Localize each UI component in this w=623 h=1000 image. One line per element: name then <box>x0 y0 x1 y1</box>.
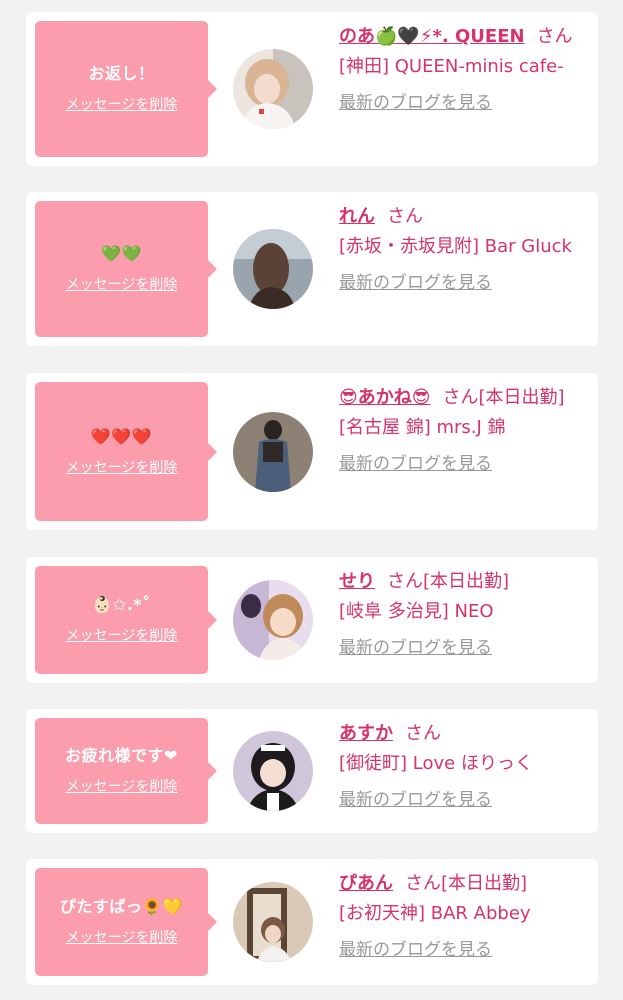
shop-name: [お初天神] BAR Abbey <box>339 903 531 924</box>
cast-name-link[interactable]: 😎あかね😎 <box>339 387 431 408</box>
status-badge: [本日出勤] <box>478 387 565 408</box>
message-text: ぴたすぱっ🌻💛 <box>59 897 184 916</box>
cast-info: せり さん[本日出勤] [岐阜 多治見] NEO 最新のブログを見る <box>339 567 587 663</box>
avatar[interactable] <box>233 580 313 660</box>
message-bubble: 💚💚 メッセージを削除 <box>35 201 217 337</box>
status-badge: [本日出勤] <box>423 571 510 592</box>
san-label: さん <box>387 571 423 592</box>
delete-message-link[interactable]: メッセージを削除 <box>66 275 178 295</box>
latest-blog-link[interactable]: 最新のブログを見る <box>339 449 492 479</box>
message-bubble: お疲れ様です❤ メッセージを削除 <box>35 718 217 824</box>
status-badge: [本日出勤] <box>441 873 528 894</box>
message-bubble: お返し！ メッセージを削除 <box>35 21 217 157</box>
san-label: さん <box>405 723 441 744</box>
avatar[interactable] <box>233 412 313 492</box>
profile-photo-icon <box>233 229 313 309</box>
shop-name: [御徒町] Love ほりっく <box>339 753 533 774</box>
shop-name: [神田] QUEEN-minis cafe- <box>339 56 564 77</box>
latest-blog-link[interactable]: 最新のブログを見る <box>339 88 492 118</box>
message-bubble: ぴたすぱっ🌻💛 メッセージを削除 <box>35 868 217 976</box>
avatar[interactable] <box>233 229 313 309</box>
cast-info: 😎あかね😎 さん[本日出勤] [名古屋 錦] mrs.J 錦 最新のブログを見る <box>339 383 587 479</box>
san-label: さん <box>536 26 573 47</box>
delete-message-link[interactable]: メッセージを削除 <box>66 626 178 646</box>
latest-blog-link[interactable]: 最新のブログを見る <box>339 785 492 815</box>
message-text: 👶🏻✩.*˚ <box>92 595 151 614</box>
profile-photo-icon <box>233 731 313 811</box>
san-label: さん <box>405 873 441 894</box>
avatar[interactable] <box>233 49 313 129</box>
delete-message-link[interactable]: メッセージを削除 <box>66 458 178 478</box>
cast-info: れん さん [赤坂・赤坂見附] Bar Gluck 最新のブログを見る <box>339 202 587 298</box>
cast-name-line: せり さん[本日出勤] <box>339 567 587 597</box>
cast-name-line: 😎あかね😎 さん[本日出勤] <box>339 383 587 413</box>
shop-name: [赤坂・赤坂見附] Bar Gluck <box>339 236 572 257</box>
message-text: ❤️❤️❤️ <box>90 426 153 446</box>
shop-name: [岐阜 多治見] NEO <box>339 601 494 622</box>
message-text: お返し！ <box>88 64 155 83</box>
san-label: さん <box>442 387 479 408</box>
latest-blog-link[interactable]: 最新のブログを見る <box>339 935 492 965</box>
shop-name: [名古屋 錦] mrs.J 錦 <box>339 417 506 438</box>
cast-name-link[interactable]: れん <box>339 206 375 227</box>
message-card: 💚💚 メッセージを削除 れん さん [赤坂・赤坂見附] Bar Gluck 最新の… <box>26 192 598 346</box>
message-bubble: ❤️❤️❤️ メッセージを削除 <box>35 382 217 521</box>
profile-photo-icon <box>233 882 313 962</box>
cast-name-line: れん さん <box>339 202 587 232</box>
delete-message-link[interactable]: メッセージを削除 <box>66 95 178 115</box>
message-bubble: 👶🏻✩.*˚ メッセージを削除 <box>35 566 217 674</box>
cast-info: のあ🍏🖤⚡*. QUEEN さん [神田] QUEEN-minis cafe- 最… <box>339 22 587 118</box>
avatar[interactable] <box>233 731 313 811</box>
cast-name-line: あすか さん <box>339 719 587 749</box>
cast-name-line: ぴあん さん[本日出勤] <box>339 869 587 899</box>
profile-photo-icon <box>233 580 313 660</box>
cast-info: あすか さん [御徒町] Love ほりっく 最新のブログを見る <box>339 719 587 815</box>
cast-name-link[interactable]: あすか <box>339 723 393 744</box>
latest-blog-link[interactable]: 最新のブログを見る <box>339 633 492 663</box>
profile-photo-icon <box>233 49 313 129</box>
latest-blog-link[interactable]: 最新のブログを見る <box>339 268 492 298</box>
message-text: 💚💚 <box>101 244 142 263</box>
message-text: お疲れ様です❤ <box>65 746 178 765</box>
cast-name-line: のあ🍏🖤⚡*. QUEEN さん <box>339 22 587 52</box>
delete-message-link[interactable]: メッセージを削除 <box>66 928 178 948</box>
san-label: さん <box>387 206 423 227</box>
profile-photo-icon <box>233 412 313 492</box>
cast-info: ぴあん さん[本日出勤] [お初天神] BAR Abbey 最新のブログを見る <box>339 869 587 965</box>
message-card: 👶🏻✩.*˚ メッセージを削除 せり さん[本日出勤] [岐阜 多治見] NEO … <box>26 557 598 683</box>
cast-name-link[interactable]: ぴあん <box>339 873 393 894</box>
cast-name-link[interactable]: のあ🍏🖤⚡*. QUEEN <box>339 26 525 47</box>
delete-message-link[interactable]: メッセージを削除 <box>66 777 178 797</box>
message-card: ❤️❤️❤️ メッセージを削除 😎あかね😎 さん[本日出勤] [名古屋 錦] mr… <box>26 373 598 530</box>
message-card: お疲れ様です❤ メッセージを削除 あすか さん [御徒町] Love ほりっく 最… <box>26 709 598 833</box>
avatar[interactable] <box>233 882 313 962</box>
message-card: お返し！ メッセージを削除 のあ🍏🖤⚡*. QUEEN さん [神田] QUEEN… <box>26 12 598 166</box>
cast-name-link[interactable]: せり <box>339 571 375 592</box>
message-card: ぴたすぱっ🌻💛 メッセージを削除 ぴあん さん[本日出勤] [お初天神] BAR … <box>26 859 598 985</box>
